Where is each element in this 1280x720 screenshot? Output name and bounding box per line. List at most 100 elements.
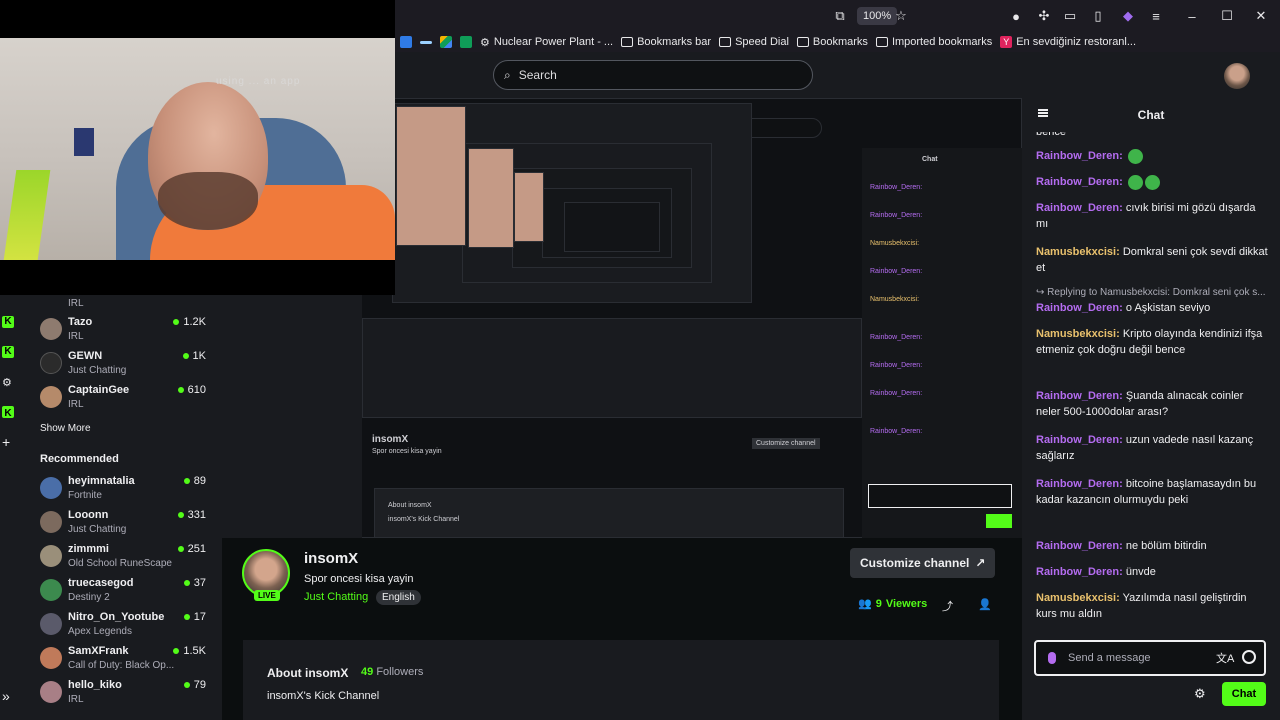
viewer-count: 89 (183, 475, 206, 487)
mirrored-text: Rainbow_Deren: (870, 268, 923, 275)
avatar (40, 352, 62, 374)
extensions-puzzle-icon[interactable]: ✣ (1036, 8, 1052, 24)
followers-count: 49 Followers (361, 666, 424, 678)
emote-icon[interactable] (1127, 148, 1143, 164)
sidebar-channel-heyimnatalia[interactable]: heyimnatalia Fortnite 89 (38, 475, 218, 507)
chat-username[interactable]: Rainbow_Deren (1036, 150, 1119, 162)
bookmark-item[interactable]: Bookmarks bar (621, 36, 711, 48)
emoji-picker-icon[interactable] (1242, 650, 1256, 664)
chat-message[interactable]: Rainbow_Deren: ne bölüm bitirdin (1036, 538, 1268, 554)
google-sheets-icon[interactable] (460, 36, 472, 48)
mirrored-frame (362, 318, 862, 418)
sidebar-channel-gewn[interactable]: GEWN Just Chatting 1K (38, 350, 218, 382)
chat-message[interactable]: Rainbow_Deren: cıvık birisi mi gözü dışa… (1036, 200, 1268, 232)
kick-logo-icon[interactable]: K (2, 316, 14, 328)
chat-text: o Aşkistan seviyo (1125, 302, 1211, 314)
chat-message-list[interactable]: bence Rainbow_Deren: Rainbow_Deren: Rain… (1022, 132, 1280, 634)
chat-username[interactable]: Rainbow_Deren (1036, 566, 1119, 578)
sidebar-channel-zimmmi[interactable]: zimmmi Old School RuneScape 251 (38, 543, 218, 575)
language-tag[interactable]: English (376, 590, 421, 605)
translate-icon[interactable]: 文A (1216, 650, 1234, 666)
close-window-icon[interactable]: ✕ (1253, 8, 1269, 24)
search-icon: ⌕ (504, 67, 511, 82)
gear-icon[interactable]: ⚙ (2, 376, 12, 389)
chat-username[interactable]: Rainbow_Deren (1036, 302, 1119, 314)
menu-icon[interactable]: ≡ (1148, 8, 1164, 24)
chat-username[interactable]: Namusbekxcisi (1036, 328, 1116, 340)
chat-message[interactable]: Rainbow_Deren: bitcoine başlamasaydın bu… (1036, 476, 1268, 508)
show-more-link[interactable]: Show More (40, 423, 91, 434)
emote-icon[interactable] (1127, 174, 1143, 190)
chat-username[interactable]: Rainbow_Deren (1036, 478, 1119, 490)
zoom-level[interactable]: 100% (857, 7, 898, 25)
folder-icon (719, 37, 732, 47)
mirrored-frame (514, 172, 544, 242)
chat-username[interactable]: Rainbow_Deren (1036, 176, 1119, 188)
sidebar-channel-looonn[interactable]: Looonn Just Chatting 331 (38, 509, 218, 541)
emote-icon[interactable] (1144, 174, 1160, 190)
gear-icon: ⚙ (480, 36, 490, 49)
sidebar-channel-samxfrank[interactable]: SamXFrank Call of Duty: Black Op... 1.5K (38, 645, 218, 677)
minimize-icon[interactable]: – (1184, 8, 1200, 24)
chat-username[interactable]: Namusbekxcisi (1036, 246, 1116, 258)
wallet-icon[interactable]: ▭ (1062, 8, 1078, 24)
bookmark-item[interactable]: Y En sevdiğiniz restoranl... (1000, 36, 1136, 48)
viewer-count: 👥 9 Viewers (858, 597, 928, 611)
sidebar-channel-nitro-on-yootube[interactable]: Nitro_On_Yootube Apex Legends 17 (38, 611, 218, 643)
bookmark-item[interactable]: Speed Dial (719, 36, 789, 48)
customize-channel-button[interactable]: Customize channel ↗ (850, 548, 996, 578)
kick-logo-icon[interactable]: K (2, 346, 14, 358)
bookmark-favicon-line-icon[interactable] (420, 40, 432, 44)
mirrored-text: insomX's Kick Channel (388, 516, 460, 523)
chat-message[interactable]: Namusbekxcisi: Kripto olayında kendinizi… (1036, 326, 1268, 358)
viewer-count: 1.5K (173, 645, 206, 657)
sidebar-channel-hello-kiko[interactable]: hello_kiko IRL 79 (38, 679, 218, 711)
sidebar-channel-truecasegod[interactable]: truecasegod Destiny 2 37 (38, 577, 218, 609)
external-link-icon: ↗ (975, 556, 986, 570)
chat-message[interactable]: Rainbow_Deren: Şuanda alınacak coinler n… (1036, 388, 1268, 420)
bookmark-item[interactable]: Bookmarks (796, 36, 868, 48)
chat-username[interactable]: Rainbow_Deren (1036, 540, 1119, 552)
expand-sidebar-icon[interactable]: » (2, 688, 10, 704)
chat-username[interactable]: Rainbow_Deren (1036, 434, 1119, 446)
bookmark-item[interactable]: ⚙ Nuclear Power Plant - ... (480, 36, 613, 49)
chat-message[interactable]: Rainbow_Deren: uzun vadede nasıl kazanç … (1036, 432, 1268, 464)
vpn-shield-icon[interactable]: ◆ (1120, 8, 1136, 24)
chat-send-button[interactable]: Chat (1222, 682, 1266, 706)
screenshot-icon[interactable]: ⧉ (832, 8, 848, 24)
sidebar-channel-tazo[interactable]: Tazo IRL 1.2K (38, 316, 218, 348)
chat-message[interactable]: Rainbow_Deren: o Aşkistan seviyo (1036, 300, 1268, 316)
streamer-name[interactable]: insomX (304, 550, 358, 567)
user-avatar[interactable] (1224, 63, 1250, 89)
chat-username[interactable]: Rainbow_Deren (1036, 202, 1119, 214)
stream-category-link[interactable]: Just Chatting (304, 591, 368, 603)
kick-logo-icon[interactable]: K (2, 406, 14, 419)
chat-message[interactable]: Rainbow_Deren: (1036, 148, 1268, 164)
chat-username[interactable]: Namusbekxcisi (1036, 592, 1116, 604)
reply-icon: ↪ (1036, 287, 1045, 298)
extension-b-icon[interactable]: ● (1008, 8, 1024, 24)
google-drive-icon[interactable] (440, 36, 452, 48)
chat-settings-gear-icon[interactable]: ⚙ (1194, 686, 1206, 702)
sidebar-channel-captaingee[interactable]: CaptainGee IRL 610 (38, 384, 218, 416)
search-box[interactable]: ⌕ Search (493, 60, 813, 90)
chat-message[interactable]: Rainbow_Deren: (1036, 174, 1268, 190)
maximize-icon[interactable]: ☐ (1219, 8, 1235, 24)
mirrored-text: Namusbekxcisi: (870, 296, 920, 303)
microphone-icon[interactable] (1048, 652, 1056, 664)
chat-message[interactable]: Namusbekxcisi: Domkral seni çok sevdi di… (1036, 244, 1268, 276)
chat-input-box[interactable]: 文A (1034, 640, 1266, 676)
live-dot-icon (173, 319, 180, 325)
bookmark-star-icon[interactable]: ☆ (893, 8, 909, 24)
follow-user-icon[interactable]: 👤 (978, 598, 992, 611)
recommended-title: Recommended (40, 453, 119, 465)
chat-message-input[interactable] (1068, 648, 1208, 668)
add-icon[interactable]: + (2, 434, 10, 450)
sidebar-toggle-icon[interactable]: ▯ (1090, 8, 1106, 24)
chat-message[interactable]: Rainbow_Deren: ünvde (1036, 564, 1268, 580)
chat-username[interactable]: Rainbow_Deren (1036, 390, 1119, 402)
chat-message[interactable]: Namusbekxcisi: Yazılımda nasıl geliştird… (1036, 590, 1268, 622)
bookmark-item[interactable]: Imported bookmarks (875, 36, 992, 48)
share-icon[interactable]: ⤴ (942, 598, 953, 614)
bookmark-favicon-blue-icon[interactable] (400, 36, 412, 48)
